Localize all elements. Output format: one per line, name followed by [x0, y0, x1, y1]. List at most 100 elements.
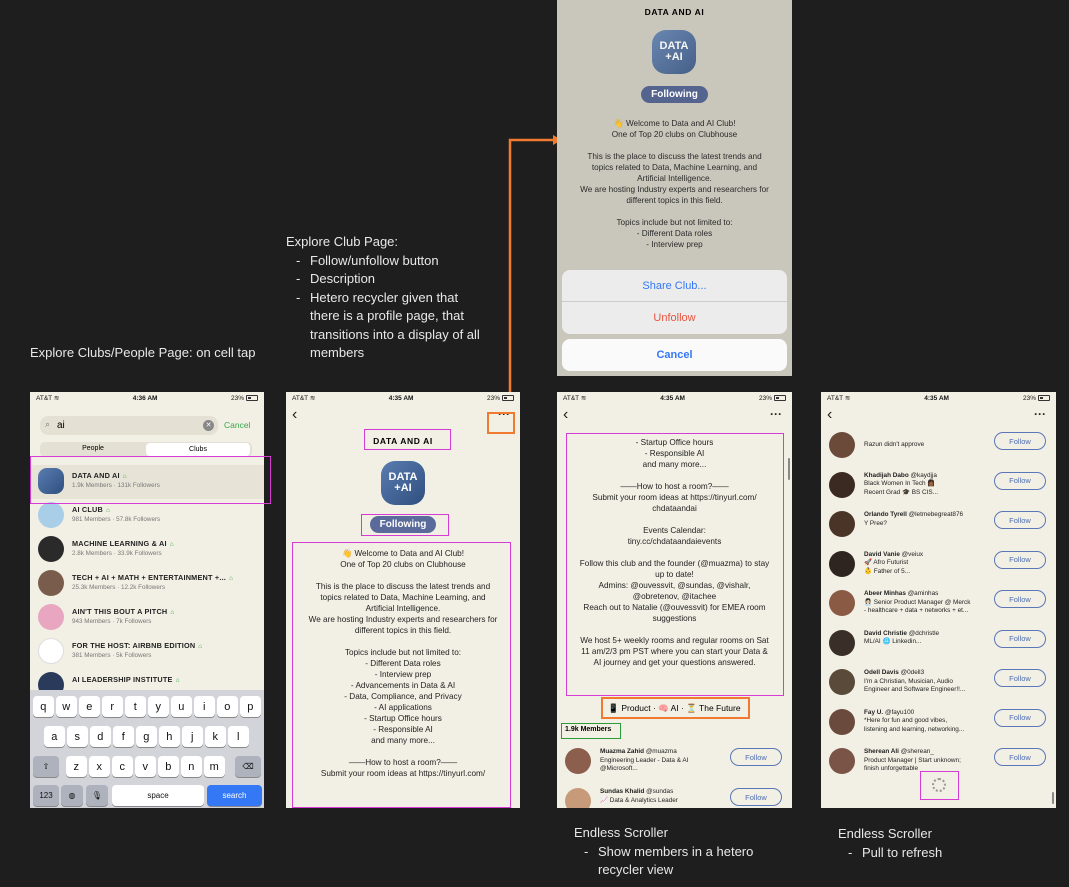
member-handle: @kaydjja: [910, 471, 937, 479]
member-bio: *Here for fun and good vibes,: [864, 717, 948, 724]
key-n[interactable]: n: [181, 756, 202, 777]
avatar: [829, 471, 855, 498]
member-name: Muazma Zahid: [600, 748, 645, 755]
list-item-club[interactable]: AIN'T THIS BOUT A PITCH ⌂ 943 Members · 7…: [30, 601, 264, 635]
member-row[interactable]: Sundas Khalid @sundas 📈 Data & Analytics…: [557, 784, 792, 808]
follow-button[interactable]: Follow: [994, 550, 1046, 569]
status-bar: AT&T ≋ 4:36 AM 23%: [30, 392, 264, 404]
member-info: Abeer Minhas @aminhas 👩🏻‍💼 Senior Product…: [864, 590, 989, 616]
screen-member-list: AT&T ≋ 4:35 AM 23% ‹ ··· Razun didn't ap…: [821, 392, 1056, 808]
key-f[interactable]: f: [113, 726, 134, 747]
highlight-description: [566, 433, 784, 696]
delete-key[interactable]: ⌫: [235, 756, 261, 777]
annotation-explore-clubs-title: Explore Clubs/People Page: on cell tap: [30, 345, 256, 360]
follow-button[interactable]: Follow: [994, 708, 1046, 727]
follow-button[interactable]: Follow: [994, 748, 1046, 766]
shift-key[interactable]: ⇧: [33, 756, 59, 777]
member-row[interactable]: Orlando Tyrell @letmebegreat876 Y Pree? Fo…: [821, 505, 1056, 545]
member-row[interactable]: Abeer Minhas @aminhas 👩🏻‍💼 Senior Product…: [821, 584, 1056, 624]
member-row[interactable]: Muazma Zahid @muazma Engineering Leader …: [557, 744, 792, 784]
description-line: [565, 140, 784, 151]
key-e[interactable]: e: [79, 696, 100, 717]
key-h[interactable]: h: [159, 726, 180, 747]
key-v[interactable]: v: [135, 756, 156, 777]
member-row[interactable]: David Christie @dchristle ML/AI 🌐 Linkedi…: [821, 624, 1056, 664]
key-z[interactable]: z: [66, 756, 87, 777]
house-icon: ⌂: [169, 541, 174, 548]
space-key[interactable]: space: [112, 785, 204, 806]
key-x[interactable]: x: [89, 756, 110, 777]
back-chevron-icon[interactable]: ‹: [563, 406, 568, 424]
key-c[interactable]: c: [112, 756, 133, 777]
key-l[interactable]: l: [228, 726, 249, 747]
tab-people[interactable]: People: [40, 445, 146, 452]
unfollow-button[interactable]: Unfollow: [562, 302, 787, 334]
clear-search-icon[interactable]: ✕: [203, 420, 214, 431]
member-row[interactable]: Razun didn't approve Follow: [821, 426, 1056, 466]
cancel-button[interactable]: Cancel: [224, 420, 250, 430]
avatar: [829, 708, 855, 735]
key-a[interactable]: a: [44, 726, 65, 747]
numbers-key[interactable]: 123: [33, 785, 59, 806]
follow-button[interactable]: Follow: [994, 669, 1046, 687]
key-r[interactable]: r: [102, 696, 123, 717]
list-item-club[interactable]: TECH + AI + MATH + ENTERTAINMENT +... ⌂ 2…: [30, 567, 264, 601]
tab-clubs[interactable]: Clubs: [146, 443, 250, 456]
description-line: This is the place to discuss the latest …: [587, 152, 762, 161]
key-i[interactable]: i: [194, 696, 215, 717]
battery-level: 23%: [486, 394, 500, 402]
club-name: AI CLUB ⌂: [72, 505, 111, 514]
member-name: David Vanie: [864, 550, 900, 558]
highlight-tapped-cell: [30, 456, 271, 504]
follow-button[interactable]: Follow: [730, 788, 782, 806]
globe-icon[interactable]: ◍: [61, 785, 83, 806]
follow-button[interactable]: Follow: [994, 511, 1046, 529]
sheet-cancel-button[interactable]: Cancel: [562, 339, 787, 371]
more-options-icon[interactable]: ···: [770, 407, 782, 421]
back-chevron-icon[interactable]: ‹: [292, 406, 297, 424]
share-club-button[interactable]: Share Club...: [562, 270, 787, 302]
member-bio: 👩🏻‍💼 Senior Product Manager @ Merck: [864, 598, 971, 606]
member-row[interactable]: Odell Davis @0dell3 I'm a Christian, Musi…: [821, 663, 1056, 703]
follow-button[interactable]: Follow: [994, 590, 1046, 608]
member-row[interactable]: Fay U. @fayu100 *Here for fun and good vi…: [821, 703, 1056, 743]
club-avatar: [38, 502, 64, 528]
follow-button[interactable]: Follow: [994, 629, 1046, 648]
list-item-club[interactable]: AI CLUB ⌂ 981 Members · 57.8k Followers: [30, 499, 264, 533]
house-icon: ⌂: [106, 507, 111, 514]
key-m[interactable]: m: [204, 756, 225, 777]
description-line: 👋 Welcome to Data and AI Club!: [613, 119, 736, 128]
key-s[interactable]: s: [67, 726, 88, 747]
key-b[interactable]: b: [158, 756, 179, 777]
key-y[interactable]: y: [148, 696, 169, 717]
back-chevron-icon[interactable]: ‹: [827, 406, 832, 424]
key-k[interactable]: k: [205, 726, 226, 747]
key-o[interactable]: o: [217, 696, 238, 717]
search-input[interactable]: ai: [57, 420, 65, 431]
key-w[interactable]: w: [56, 696, 77, 717]
member-row[interactable]: David Vanie @veiux 🚀 Afro Futurist 👶 Fathe…: [821, 545, 1056, 585]
following-button[interactable]: Following: [641, 86, 708, 103]
more-options-icon[interactable]: ···: [1034, 407, 1046, 421]
description-line: Artificial Intelligence.: [637, 174, 712, 183]
follow-button[interactable]: Follow: [730, 748, 782, 766]
member-bio: Product Manager | Start unknown;: [864, 756, 961, 764]
key-d[interactable]: d: [90, 726, 111, 747]
key-g[interactable]: g: [136, 726, 157, 747]
club-avatar: [38, 604, 64, 630]
key-j[interactable]: j: [182, 726, 203, 747]
member-row[interactable]: Khadijah Dabo @kaydjja Black Women In Tec…: [821, 466, 1056, 506]
key-p[interactable]: p: [240, 696, 261, 717]
search-key[interactable]: search: [207, 785, 262, 806]
microphone-icon[interactable]: 🎙: [86, 785, 108, 806]
key-t[interactable]: t: [125, 696, 146, 717]
list-item-club[interactable]: FOR THE HOST: AIRBNB EDITION ⌂ 381 Member…: [30, 635, 264, 669]
description-line: - Different Data roles: [636, 229, 713, 238]
nav-bar: ‹ ···: [821, 404, 1056, 428]
follow-button[interactable]: Follow: [994, 471, 1046, 490]
key-u[interactable]: u: [171, 696, 192, 717]
key-q[interactable]: q: [33, 696, 54, 717]
highlight-description: [292, 542, 511, 808]
follow-button[interactable]: Follow: [994, 432, 1046, 450]
list-item-club[interactable]: MACHINE LEARNING & AI ⌂ 2.8k Members · 33…: [30, 533, 264, 567]
